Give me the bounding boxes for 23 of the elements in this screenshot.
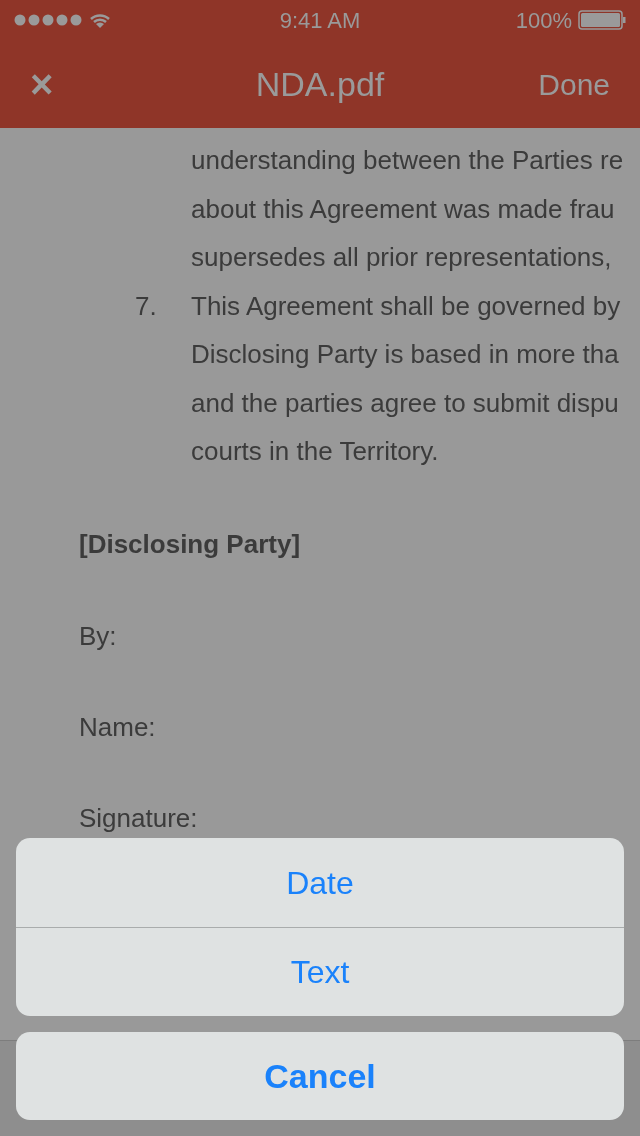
sheet-option[interactable]: Date [16,838,624,927]
document-line: This Agreement shall be governed by [191,290,621,321]
list-number: 7. [135,290,157,321]
document-line: courts in the Territory. [191,436,439,467]
close-button[interactable]: × [30,64,110,104]
document-line: supersedes all prior representations, [191,242,612,273]
document-line: about this Agreement was made frau [191,193,615,224]
party-heading: [Disclosing Party] [79,528,301,559]
cancel-button[interactable]: Cancel [16,1032,624,1120]
sheet-option[interactable]: Text [16,927,624,1016]
document-line: and the parties agree to submit dispu [191,387,619,418]
wifi-icon [88,11,112,29]
document-line: Disclosing Party is based in more tha [191,339,619,370]
done-button[interactable]: Done [530,61,610,107]
battery-icon [578,10,626,30]
field-label: Name: [79,711,156,742]
signal-icon [14,13,82,27]
field-label: Signature: [79,802,198,833]
document-line: understanding between the Parties re [191,145,624,176]
status-time: 9:41 AM [278,6,362,35]
field-label: By: [79,620,117,651]
battery-percent: 100% [515,6,572,35]
document-title: NDA.pdf [254,63,386,105]
